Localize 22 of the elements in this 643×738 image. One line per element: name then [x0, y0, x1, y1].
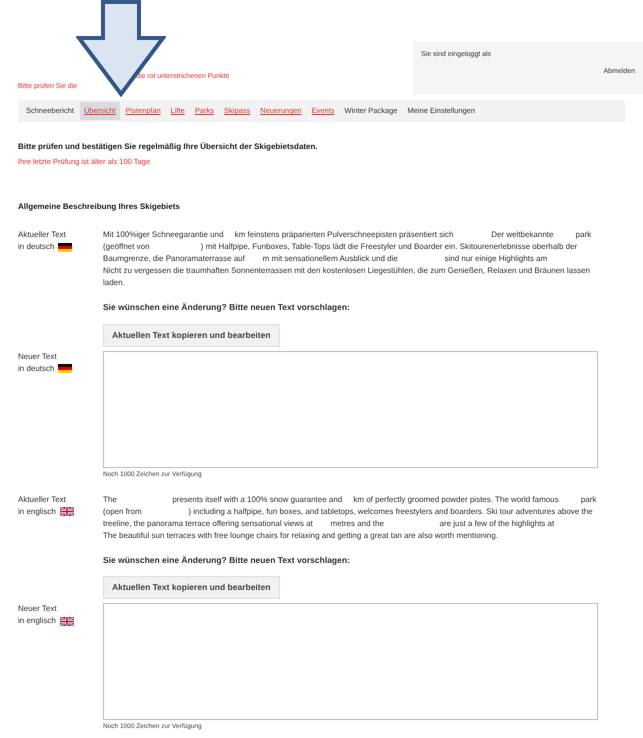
field-label: Neuer Text — [18, 603, 58, 615]
section-title: Allgemeine Beschreibung Ihres Skigebiets — [18, 201, 181, 214]
prompt-text: Sie wünschen eine Änderung? Bitte neuen Text vorschlagen: — [103, 301, 351, 314]
text-area[interactable] — [103, 350, 598, 468]
description-text: The presents itself with a 100% snow guarantee and km of perfectly groomed powder pistes. The world famous park (open from ) including a halfpipe, fun boxes, and tabletops, welcomes freestylers and boarders. Ski tour adventures above the treeline, the panorama terrace offering sensational views at metres and the are just a few of the highlights at The beautiful sun terraces with free lounge chairs for relaxing and getting a great tan are also worth mentioning. — [103, 494, 598, 542]
field-label: in deutsch — [18, 362, 54, 375]
field-label: in englisch — [18, 506, 56, 518]
description-text: Mit 100%iger Schneegarantie und km feinstens präparierten Pulverschneepisten präsentiert sich Der weltbekannte park (geöffnet von ) mit Halfpipe, Funboxes, Table-Tops lädt die Freestyler und Boarder ein. Skitourenerlebnisse oberhalb der Baumgrenze, die Panoramaterrasse auf m mit sensationellem Ausblick und die sind nur einige Highlights am Nicht zu vergessen die traumhaften Sonnenterrassen mit den kostenlosen Liegestühlen, die zum Genießen, Relaxen und Bräunen lassen laden. — [103, 229, 592, 290]
german-flag-icon — [58, 364, 72, 374]
intro-text: Bitte prüfen und bestätigen Sie regelmäßig Ihre Übersicht der Skigebietsdaten. — [18, 141, 319, 153]
prompt-text: Sie wünschen eine Änderung? Bitte neuen Text vorschlagen: — [103, 554, 351, 566]
text-area[interactable] — [103, 603, 598, 720]
british-flag-icon — [60, 616, 74, 626]
field-label: in englisch — [18, 615, 56, 627]
field-label: in deutsch — [18, 241, 54, 254]
field-label: Aktueller Text — [18, 229, 67, 242]
field-label: Aktueller Text — [18, 494, 67, 506]
field-label: Neuer Text — [18, 350, 58, 363]
german-flag-icon — [58, 242, 72, 252]
british-flag-icon — [60, 507, 74, 516]
copy-button[interactable]: Aktuellen Text kopieren und bearbeiten — [103, 576, 280, 599]
copy-button[interactable]: Aktuellen Text kopieren und bearbeiten — [103, 324, 280, 347]
